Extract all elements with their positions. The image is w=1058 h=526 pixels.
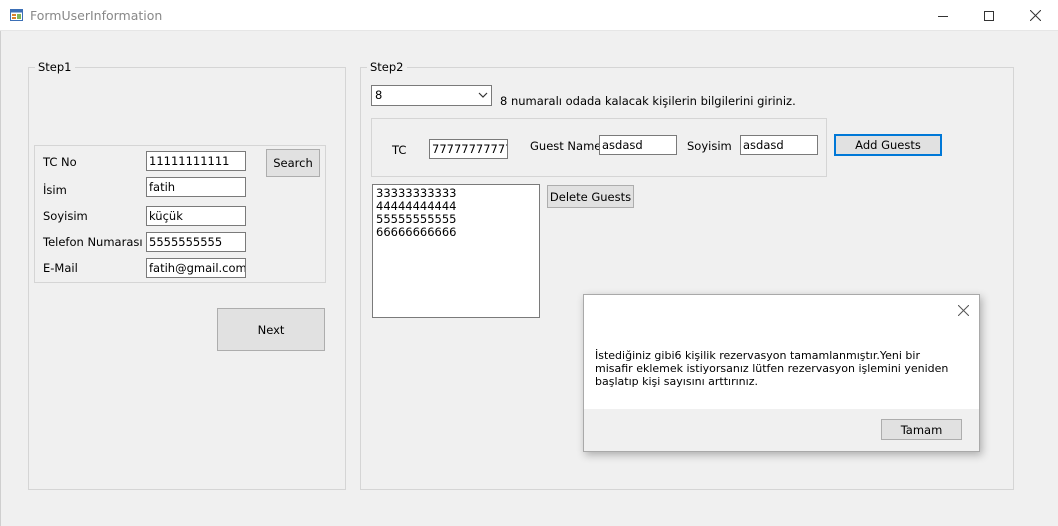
email-input[interactable]: fatih@gmail.com bbox=[146, 258, 246, 278]
guest-name-label: Guest Name bbox=[530, 139, 602, 153]
window-title: FormUserInformation bbox=[30, 8, 163, 23]
window-border bbox=[0, 31, 1, 526]
telefon-label: Telefon Numarası bbox=[43, 235, 143, 249]
isim-input[interactable]: fatih bbox=[146, 177, 246, 197]
delete-guests-button[interactable]: Delete Guests bbox=[547, 185, 634, 208]
dialog-footer: Tamam bbox=[584, 409, 979, 451]
close-button[interactable] bbox=[1012, 0, 1058, 31]
guests-listbox[interactable]: 33333333333 44444444444 55555555555 6666… bbox=[372, 184, 540, 318]
guest-surname-label: Soyisim bbox=[687, 139, 732, 153]
dialog-close-button[interactable] bbox=[955, 302, 971, 318]
guest-surname-input[interactable]: asdasd bbox=[740, 135, 818, 155]
tc-no-input[interactable]: 11111111111 bbox=[146, 151, 246, 171]
dialog-message: İstediğiniz gibi6 kişilik rezervasyon ta… bbox=[595, 349, 949, 388]
guest-name-input[interactable]: asdasd bbox=[599, 135, 677, 155]
room-instruction-text: 8 numaralı odada kalacak kişilerin bilgi… bbox=[500, 94, 796, 108]
message-dialog: İstediğiniz gibi6 kişilik rezervasyon ta… bbox=[583, 294, 980, 452]
close-icon bbox=[1029, 10, 1041, 21]
room-number-value: 8 bbox=[375, 88, 383, 102]
add-guests-button[interactable]: Add Guests bbox=[834, 134, 942, 156]
search-button[interactable]: Search bbox=[266, 149, 320, 177]
minimize-button[interactable] bbox=[920, 0, 966, 31]
next-button[interactable]: Next bbox=[217, 308, 325, 351]
close-icon bbox=[957, 304, 969, 316]
guest-tc-input[interactable]: 77777777777 bbox=[429, 139, 508, 159]
form-app-icon bbox=[10, 9, 23, 21]
minimize-icon bbox=[938, 15, 948, 17]
title-bar: FormUserInformation bbox=[0, 0, 1058, 31]
maximize-button[interactable] bbox=[966, 0, 1012, 31]
step1-legend: Step1 bbox=[35, 60, 75, 74]
email-label: E-Mail bbox=[43, 261, 78, 275]
step2-legend: Step2 bbox=[367, 60, 407, 74]
list-item[interactable]: 66666666666 bbox=[376, 226, 536, 239]
tc-no-label: TC No bbox=[43, 155, 77, 169]
telefon-input[interactable]: 5555555555 bbox=[146, 232, 246, 252]
chevron-down-icon bbox=[478, 92, 488, 98]
guest-tc-label: TC bbox=[392, 143, 407, 157]
maximize-icon bbox=[984, 10, 994, 21]
soyisim-label: Soyisim bbox=[43, 209, 88, 223]
room-number-select[interactable]: 8 bbox=[371, 85, 492, 106]
isim-label: İsim bbox=[43, 183, 67, 197]
ok-button[interactable]: Tamam bbox=[881, 419, 962, 440]
soyisim-input[interactable]: küçük bbox=[146, 206, 246, 226]
